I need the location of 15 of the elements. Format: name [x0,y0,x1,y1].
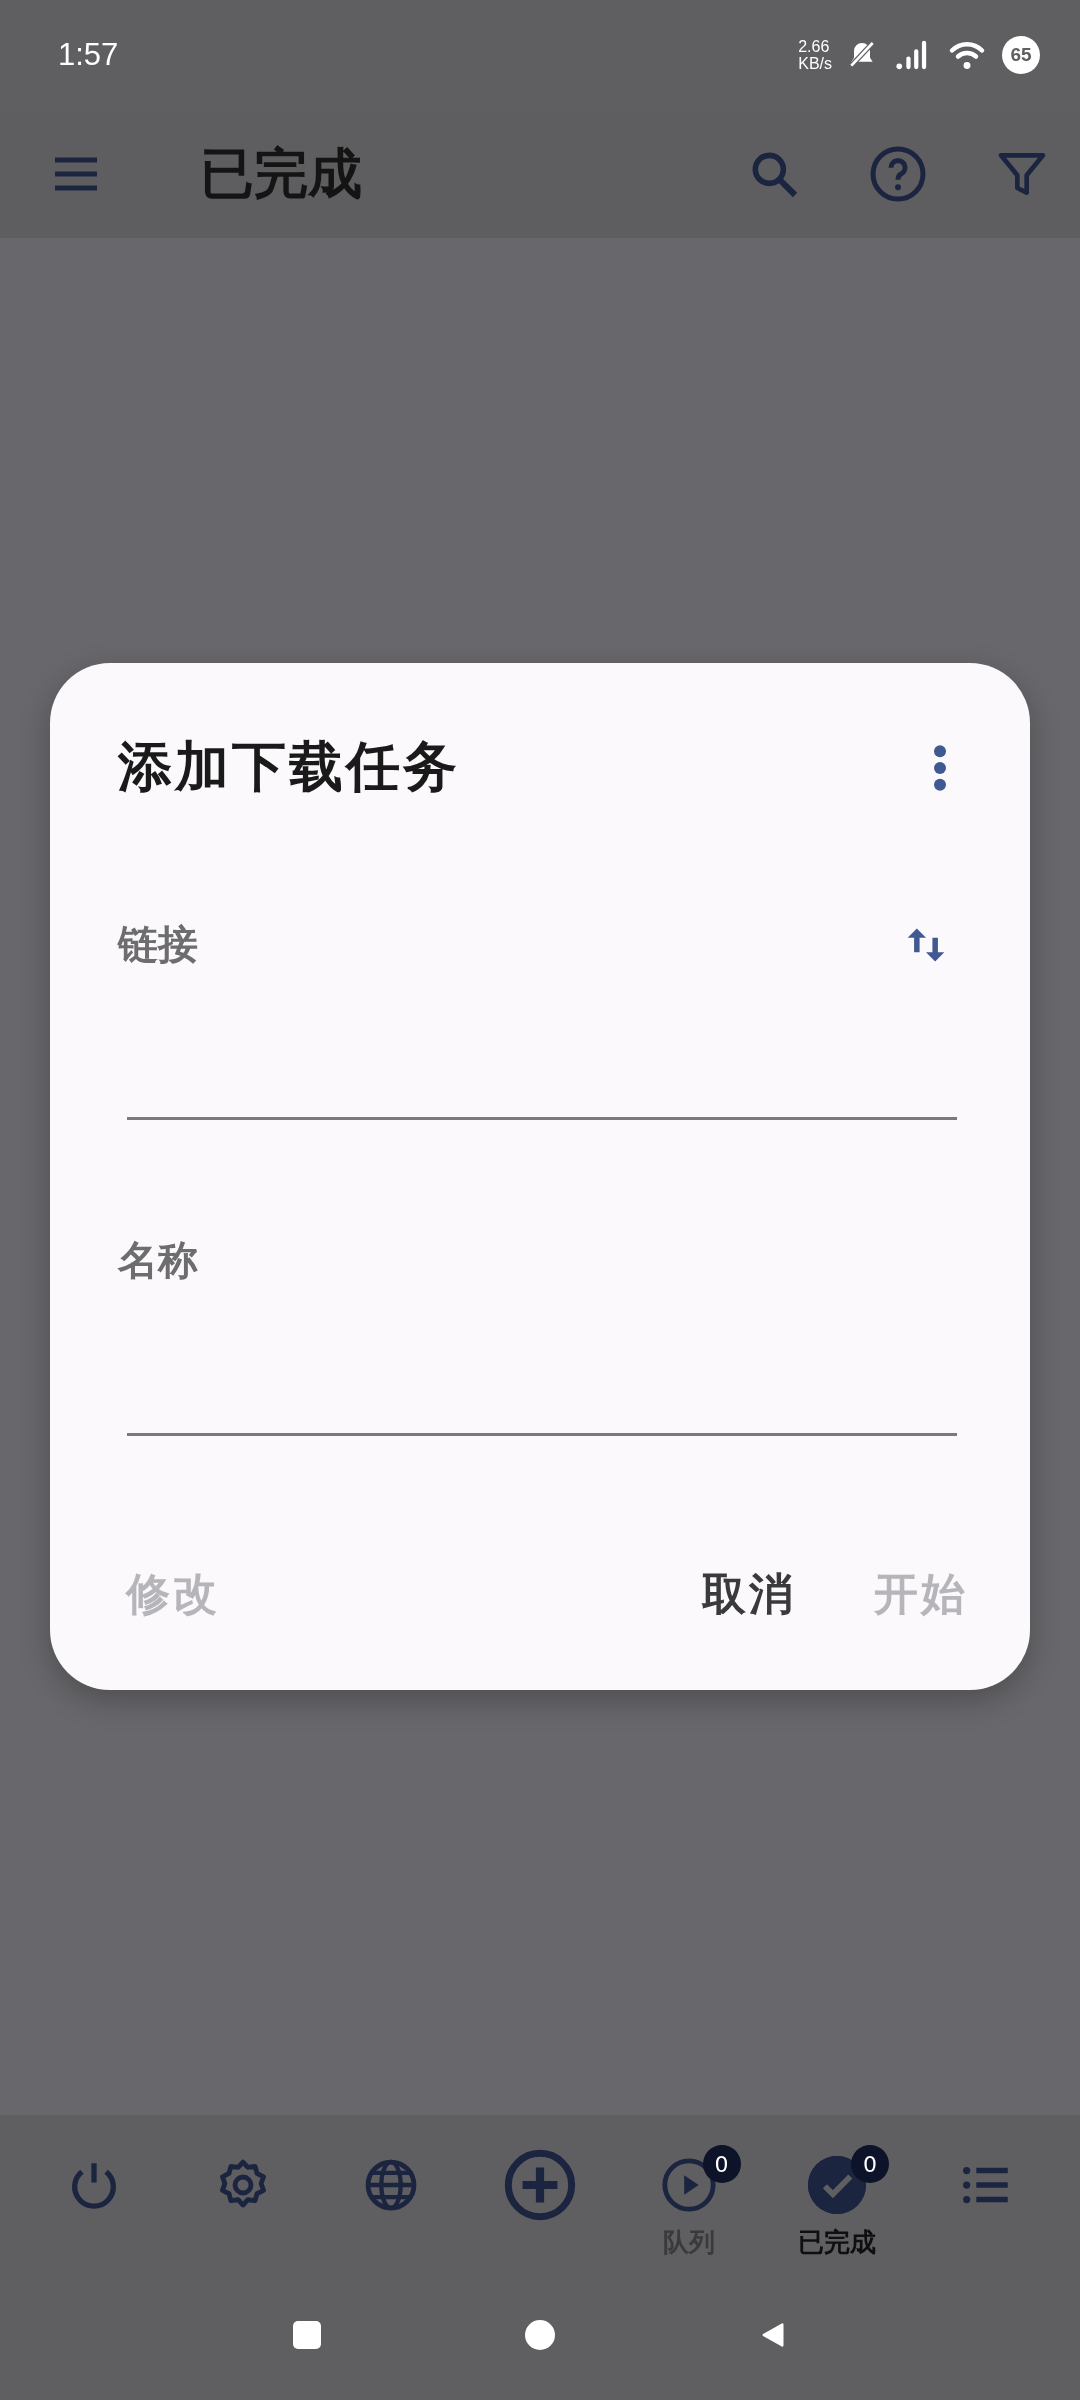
home-button[interactable] [525,2320,555,2350]
count-badge: 0 [702,2145,741,2183]
battery-level: 65 [1010,44,1032,66]
more-icon[interactable] [932,743,948,792]
dialog-title: 添加下载任务 [118,734,460,800]
network-speed: 2.66 KB/s [798,38,832,72]
help-icon[interactable] [868,144,928,204]
count-badge: 0 [851,2145,890,2183]
clock-time: 1:57 [58,37,119,73]
field-label: 链接 [118,920,198,969]
field-label: 名称 [118,1236,198,1285]
screen-title: 已完成 [200,140,362,207]
recents-button[interactable] [293,2321,321,2349]
nav-tab[interactable]: 0 已完成 [777,2145,898,2260]
dialog-button[interactable]: 取消 [702,1559,796,1630]
